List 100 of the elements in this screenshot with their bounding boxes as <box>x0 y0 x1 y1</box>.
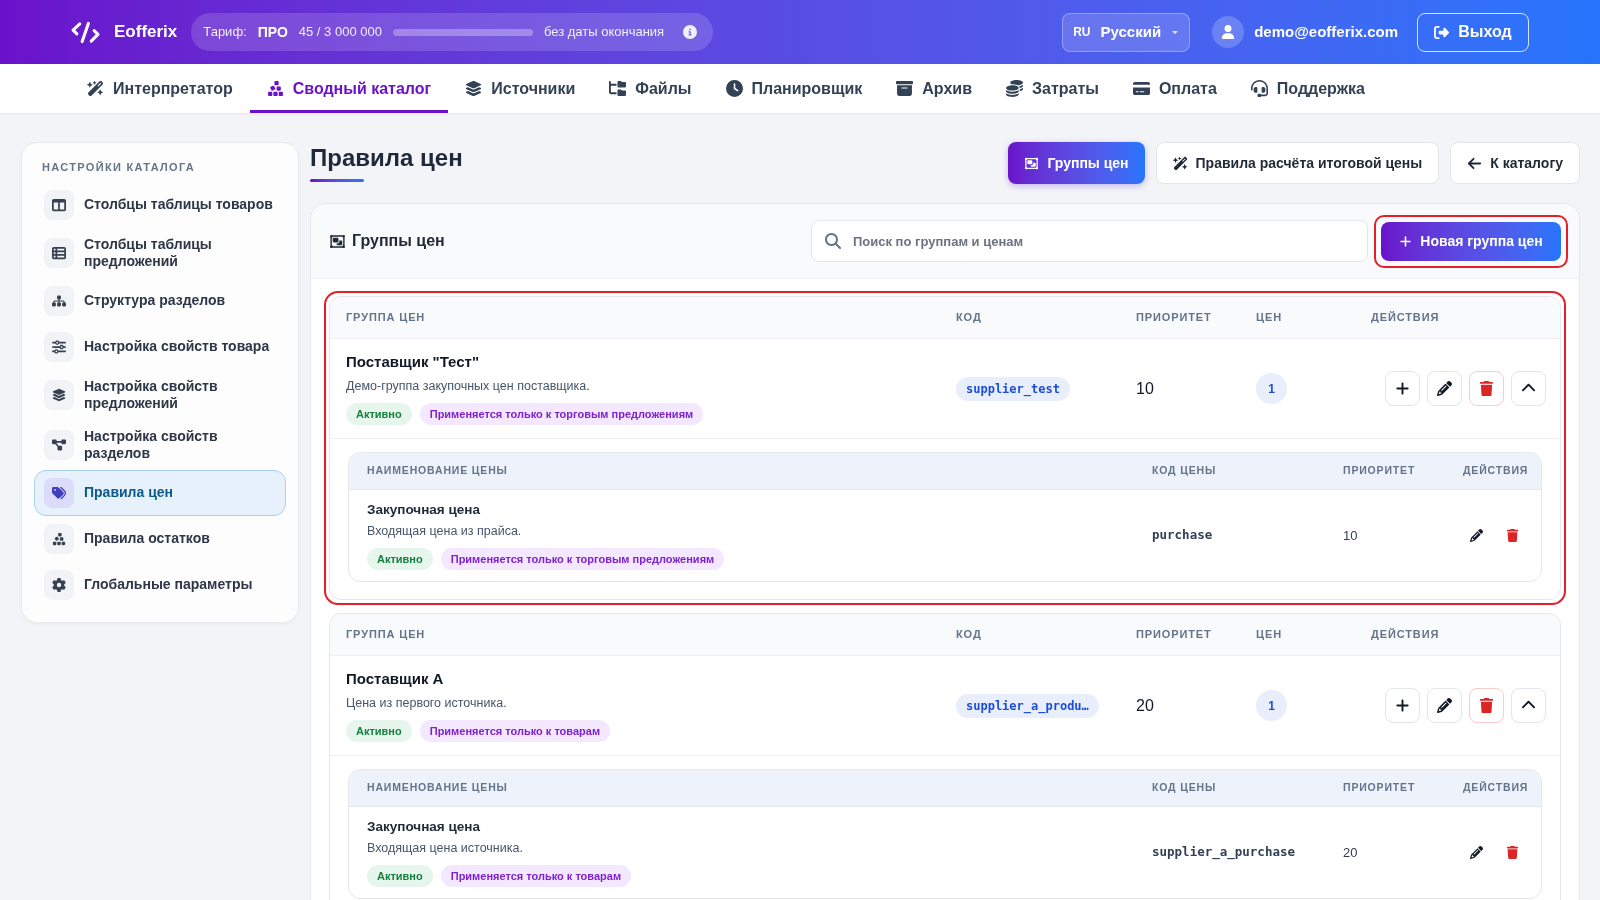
group-description: Демо-группа закупочных цен поставщика. <box>346 378 591 395</box>
arrow-left-icon <box>1467 155 1483 171</box>
nav-tab[interactable]: Архив <box>879 64 989 113</box>
nav-tab[interactable]: Сводный каталог <box>249 64 449 113</box>
sidebar-item[interactable]: Правила цен <box>34 469 286 516</box>
language-select[interactable]: RU Русский <box>1062 12 1191 52</box>
magic-wand-icon <box>1172 155 1188 171</box>
archive-box-icon <box>896 80 914 97</box>
edit-button[interactable] <box>1427 688 1462 723</box>
column-header: ГРУППА ЦЕН <box>346 627 427 643</box>
column-header: ПРИОРИТЕТ <box>1343 463 1417 479</box>
column-header: ДЕЙСТВИЯ <box>1463 780 1526 796</box>
sidebar-title: НАСТРОЙКИ КАТАЛОГА <box>41 160 197 175</box>
sidebar-item[interactable]: Настройка свойств разделов <box>34 419 286 470</box>
columns-icon <box>44 189 74 220</box>
pencil-icon <box>1437 381 1452 396</box>
scope-badge: Применяется только к торговым предложениям <box>440 548 725 570</box>
view-button[interactable]: К каталогу <box>1450 142 1580 184</box>
credit-card-icon <box>1132 80 1150 97</box>
stacked-boxes-icon <box>44 523 74 554</box>
clock-icon <box>725 80 743 97</box>
group-name: Поставщик "Тест" <box>346 352 481 372</box>
tags-icon <box>44 477 74 508</box>
column-header: ПРИОРИТЕТ <box>1136 627 1213 643</box>
column-header: ДЕЙСТВИЯ <box>1371 627 1441 643</box>
sidebar-item[interactable]: Столбцы таблицы товаров <box>34 181 286 228</box>
hierarchy-icon <box>44 285 74 316</box>
info-icon[interactable] <box>683 25 698 39</box>
column-header: ДЕЙСТВИЯ <box>1371 310 1441 326</box>
scope-badge: Применяется только к товарам <box>440 865 632 887</box>
group-description: Цена из первого источника. <box>346 695 508 712</box>
search-icon <box>825 233 841 249</box>
sidebar-item[interactable]: Настройка свойств предложений <box>34 369 286 420</box>
plus-icon <box>1395 381 1410 396</box>
status-badge: Активно <box>367 548 433 570</box>
price-description: Входящая цена из прайса. <box>367 523 523 540</box>
caret-icon <box>1171 28 1180 36</box>
trash-icon <box>1505 846 1519 859</box>
group-name: Поставщик А <box>346 669 445 689</box>
column-header: ЦЕН <box>1256 310 1283 326</box>
column-header: КОД <box>956 310 983 326</box>
object-group-icon <box>329 232 346 250</box>
nav-tab[interactable]: Оплата <box>1115 64 1234 113</box>
trash-icon <box>1505 529 1519 542</box>
add-button[interactable] <box>1385 688 1420 723</box>
nav-tab[interactable]: Затраты <box>989 64 1116 113</box>
search-field[interactable]: Поиск по группам и ценам <box>811 220 1368 262</box>
nav-tab[interactable]: Поддержка <box>1233 64 1382 113</box>
logout-button[interactable]: Выход <box>1417 12 1529 52</box>
plus-icon <box>1395 698 1410 713</box>
add-button[interactable] <box>1385 371 1420 406</box>
price-code: supplier_a_purchase <box>1152 843 1296 862</box>
column-header: КОД ЦЕНЫ <box>1152 780 1218 796</box>
trash-icon <box>1479 381 1494 396</box>
nav-tab[interactable]: Файлы <box>592 64 709 113</box>
column-header: КОД <box>956 627 983 643</box>
sliders-icon <box>44 331 74 362</box>
view-button[interactable]: Группы цен <box>1008 142 1145 184</box>
column-header: ПРИОРИТЕТ <box>1343 780 1417 796</box>
view-button[interactable]: Правила расчёта итоговой цены <box>1155 142 1440 184</box>
sidebar-item[interactable]: Структура разделов <box>34 277 286 324</box>
trash-icon <box>1479 698 1494 713</box>
diagram-icon <box>44 429 74 460</box>
pencil-icon <box>1437 698 1452 713</box>
price-priority: 20 <box>1343 843 1359 862</box>
user-avatar-icon <box>1212 16 1245 48</box>
price-count: 1 <box>1256 373 1287 404</box>
sidebar-item[interactable]: Столбцы таблицы предложений <box>34 227 286 278</box>
pencil-icon <box>1469 529 1483 542</box>
nav-tab[interactable]: Планировщик <box>708 64 880 113</box>
nav-tab[interactable]: Источники <box>448 64 593 113</box>
price-priority: 10 <box>1343 526 1359 545</box>
magic-wand-icon <box>87 80 104 97</box>
sidebar-item[interactable]: Настройка свойств товара <box>34 323 286 370</box>
nav-tab[interactable]: Интерпретатор <box>70 64 250 113</box>
edit-button[interactable] <box>1427 371 1462 406</box>
plus-icon <box>1399 234 1413 248</box>
status-badge: Активно <box>367 865 433 887</box>
delete-button[interactable] <box>1469 371 1504 406</box>
group-priority: 20 <box>1136 695 1155 716</box>
column-header: НАИМЕНОВАНИЕ ЦЕНЫ <box>367 780 509 796</box>
pencil-icon <box>1469 846 1483 859</box>
stacked-boxes-icon <box>266 80 284 97</box>
object-group-icon <box>1024 155 1040 171</box>
new-group-button[interactable]: Новая группа цен <box>1381 221 1561 261</box>
price-count: 1 <box>1256 690 1287 721</box>
table-list-icon <box>44 237 74 268</box>
scope-badge: Применяется только к торговым предложениям <box>419 403 704 425</box>
sidebar-item[interactable]: Глобальные параметры <box>34 561 286 608</box>
settings-icon <box>44 569 74 600</box>
price-name: Закупочная цена <box>367 501 481 519</box>
column-header: НАИМЕНОВАНИЕ ЦЕНЫ <box>367 463 509 479</box>
price-description: Входящая цена источника. <box>367 840 524 857</box>
logo-icon <box>70 20 101 44</box>
collapse-button[interactable] <box>1511 371 1546 406</box>
collapse-button[interactable] <box>1511 688 1546 723</box>
layers-icon <box>465 80 483 97</box>
brand-name: Eofferix <box>114 21 178 44</box>
sidebar-item[interactable]: Правила остатков <box>34 515 286 562</box>
delete-button[interactable] <box>1469 688 1504 723</box>
